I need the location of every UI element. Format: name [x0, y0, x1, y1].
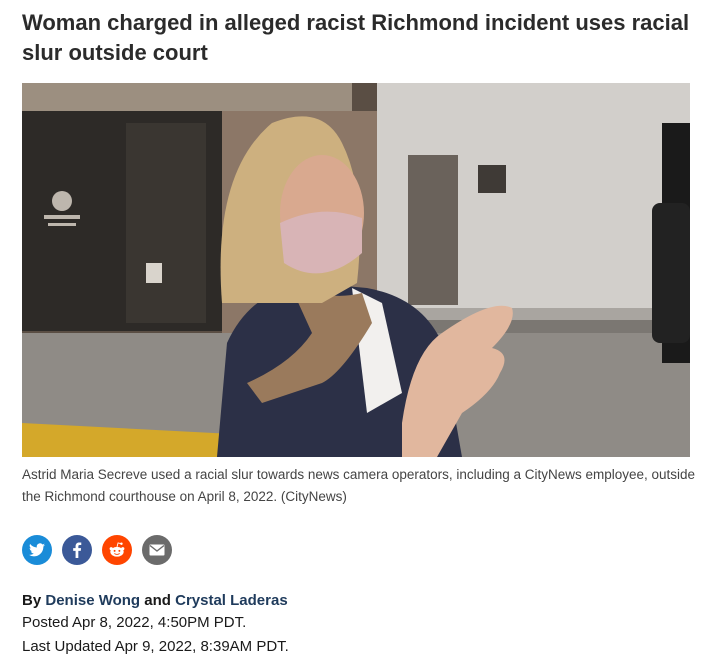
twitter-share-button[interactable]: [22, 535, 52, 565]
twitter-icon: [29, 543, 45, 557]
last-updated-date: Last Updated Apr 9, 2022, 8:39AM PDT.: [22, 638, 289, 655]
facebook-icon: [73, 542, 82, 558]
byline-prefix: By: [22, 592, 42, 609]
reddit-icon: [109, 542, 125, 557]
author-link-crystal-laderas[interactable]: Crystal Laderas: [175, 592, 288, 609]
reddit-share-button[interactable]: [102, 535, 132, 565]
byline-joiner: and: [144, 592, 171, 609]
email-icon: [149, 544, 165, 556]
author-link-denise-wong[interactable]: Denise Wong: [45, 592, 140, 609]
email-share-button[interactable]: [142, 535, 172, 565]
posted-date: Posted Apr 8, 2022, 4:50PM PDT.: [22, 614, 247, 631]
byline: By Denise Wong and Crystal Laderas: [22, 590, 288, 612]
facebook-share-button[interactable]: [62, 535, 92, 565]
article-photo: [22, 83, 690, 457]
photo-caption: Astrid Maria Secreve used a racial slur …: [22, 467, 696, 504]
article-headline: Woman charged in alleged racist Richmond…: [22, 10, 690, 65]
